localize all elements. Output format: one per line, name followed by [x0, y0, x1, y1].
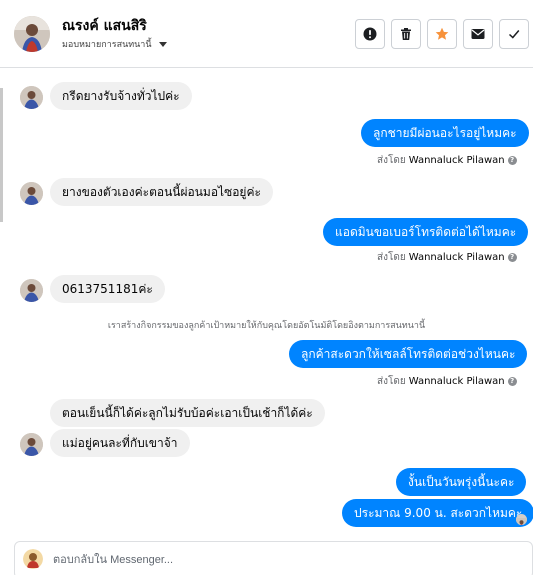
checkmark-icon [508, 30, 520, 39]
message-bubble-outgoing: ประมาณ 9.00 น. สะดวกไหมคะ [342, 499, 533, 527]
message-bubble-incoming: แม่อยู่คนละที่กับเขาจ้า [50, 429, 190, 457]
trash-icon [401, 28, 411, 40]
envelope-icon [471, 29, 485, 39]
assign-label: มอบหมายการสนทนานี้ [62, 40, 152, 50]
contact-avatar-small [20, 433, 43, 456]
delete-button[interactable] [391, 19, 421, 49]
contact-avatar[interactable] [14, 16, 50, 52]
contact-name: ณรงค์ แสนสิริ [62, 18, 147, 34]
question-icon[interactable]: ? [507, 253, 517, 262]
sent-by-label: ส่งโดย Wannaluck Pilawan ? [377, 153, 517, 168]
sent-by-prefix: ส่งโดย [377, 376, 406, 387]
star-icon [435, 27, 449, 40]
message-bubble-incoming: ตอนเย็นนี้ก็ได้ค่ะลูกไม่รับบ้อค่ะเอาเป็น… [50, 399, 325, 427]
report-button[interactable] [355, 19, 385, 49]
mark-done-button[interactable] [499, 19, 529, 49]
seen-receipt-avatar [516, 514, 527, 525]
conversation-header: ณรงค์ แสนสิริ มอบหมายการสนทนานี้ [0, 0, 533, 68]
contact-avatar-small [20, 182, 43, 205]
star-button[interactable] [427, 19, 457, 49]
message-bubble-outgoing: ลูกชายมีผ่อนอะไรอยู่ไหมคะ [361, 119, 529, 147]
page-avatar [23, 549, 43, 569]
message-bubble-incoming: ยางของตัวเองค่ะตอนนี้ผ่อนมอไซอยู่ค่ะ [50, 178, 273, 206]
exclamation-circle-icon [363, 27, 377, 41]
sender-name: Wannaluck Pilawan [408, 252, 505, 263]
message-bubble-outgoing: งั้นเป็นวันพรุ่งนี้นะคะ [396, 468, 527, 496]
sent-by-label: ส่งโดย Wannaluck Pilawan ? [377, 250, 517, 265]
contact-avatar-small [20, 86, 43, 109]
message-bubble-incoming: กรีดยางรับจ้างทั่วไปค่ะ [50, 82, 192, 110]
sent-by-prefix: ส่งโดย [377, 252, 406, 263]
question-icon[interactable]: ? [507, 156, 517, 165]
question-icon[interactable]: ? [507, 377, 517, 386]
sender-name: Wannaluck Pilawan [408, 376, 505, 387]
message-bubble-outgoing: ลูกค้าสะดวกให้เซลล์โทรติดต่อช่วงไหนคะ [289, 340, 528, 368]
reply-input[interactable] [53, 542, 513, 575]
reply-composer [14, 541, 533, 575]
system-note: เราสร้างกิจกรรมของลูกค้าเป้าหมายให้กับคุ… [107, 321, 426, 331]
mark-unread-button[interactable] [463, 19, 493, 49]
scrollbar[interactable] [0, 88, 3, 222]
caret-down-icon [158, 42, 167, 47]
assign-conversation-dropdown[interactable]: มอบหมายการสนทนานี้ [62, 37, 167, 51]
sender-name: Wannaluck Pilawan [408, 155, 505, 166]
contact-avatar-small [20, 279, 43, 302]
sent-by-prefix: ส่งโดย [377, 155, 406, 166]
message-bubble-outgoing: แอดมินขอเบอร์โทรติดต่อได้ไหมคะ [323, 218, 529, 246]
message-bubble-incoming: 0613751181ค่ะ [50, 275, 165, 303]
sent-by-label: ส่งโดย Wannaluck Pilawan ? [377, 374, 517, 389]
